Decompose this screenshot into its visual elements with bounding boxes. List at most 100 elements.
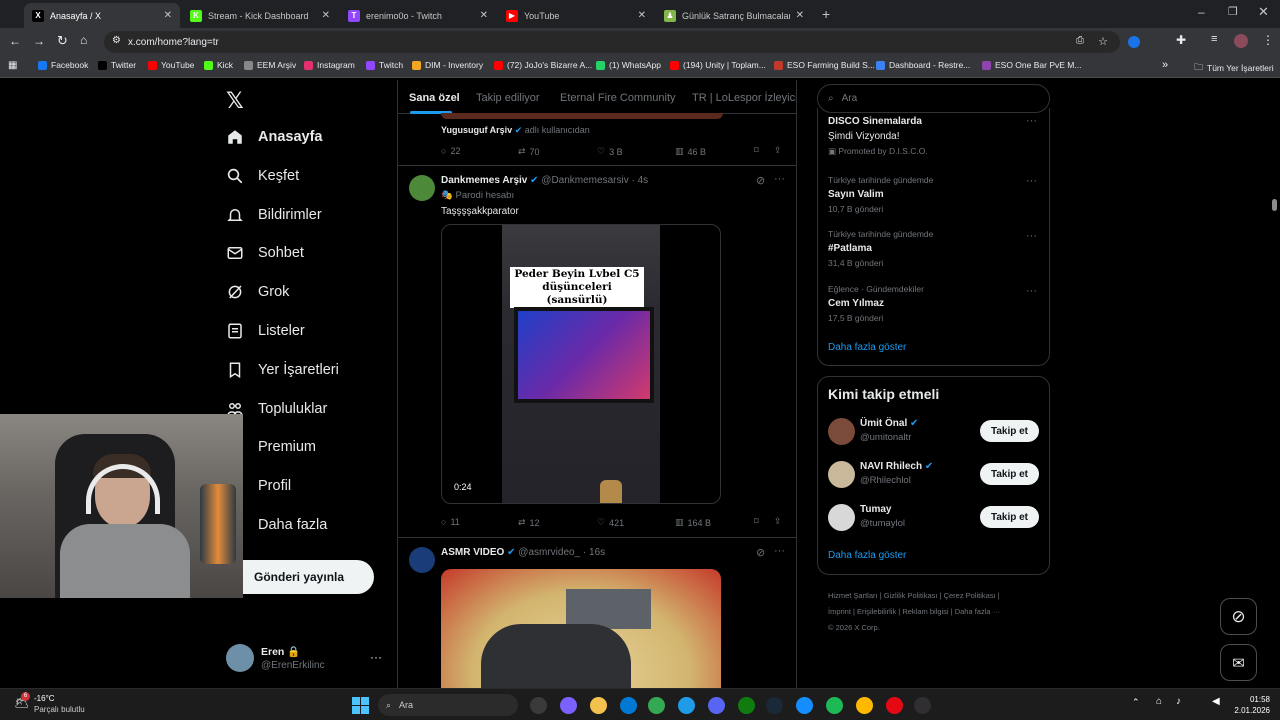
more-icon[interactable]: ··· <box>1026 230 1037 242</box>
media-icon[interactable]: ≡ <box>1211 33 1217 45</box>
weather-widget[interactable]: 🌥 6 -16°C Parçalı bulutlu <box>14 692 104 717</box>
microphone-icon[interactable]: ♪ <box>1176 696 1181 707</box>
tweet[interactable]: Dankmemes Arşiv ✔ @Dankmemesarsiv · 4s ⊘… <box>398 167 796 538</box>
url-field[interactable]: ⚙ x.com/home?lang=tr ☆ ⎙ <box>104 31 1120 53</box>
tray-overflow-icon[interactable]: ⌃ <box>1132 697 1140 708</box>
bookmark-star-icon[interactable]: ☆ <box>1098 35 1108 48</box>
site-info-icon[interactable]: ⚙ <box>112 35 121 46</box>
task-view-icon[interactable] <box>530 697 547 714</box>
home-icon[interactable]: ⌂ <box>80 33 87 47</box>
extensions-puzzle-icon[interactable]: ✚ <box>1176 33 1186 47</box>
bookmarks-overflow-icon[interactable]: » <box>1162 59 1168 71</box>
apps-grid-icon[interactable]: ▦ <box>8 60 17 71</box>
nav-item[interactable]: Yer İşaretleri <box>226 361 339 379</box>
profile-avatar-icon[interactable] <box>1234 34 1248 48</box>
bookmark-item[interactable]: Twitter <box>98 60 136 70</box>
volume-icon[interactable]: ◀ <box>1212 696 1220 707</box>
follow-button[interactable]: Takip et <box>980 506 1039 528</box>
more-icon[interactable]: ··· <box>1026 175 1037 187</box>
more-icon[interactable]: ··· <box>1026 115 1037 127</box>
nav-item[interactable]: Bildirimler <box>226 206 322 224</box>
bookmark-item[interactable]: ESO Farming Build S... <box>774 60 875 70</box>
retweet-button[interactable]: ⇄ 70 <box>518 146 540 157</box>
bookmark-item[interactable]: (72) JoJo's Bizarre A... <box>494 60 592 70</box>
grok-icon[interactable]: ⊘ <box>756 174 765 187</box>
share-icon[interactable]: ⇪ <box>774 516 782 527</box>
copilot-icon[interactable] <box>560 697 577 714</box>
video-player[interactable] <box>441 569 721 688</box>
nav-item[interactable]: Grok <box>226 283 289 301</box>
bookmark-item[interactable]: YouTube <box>148 60 194 70</box>
bookmark-icon[interactable]: ⌑ <box>754 516 759 527</box>
bookmark-item[interactable]: ESO One Bar PvE M... <box>982 60 1081 70</box>
tab-sana-ozel[interactable]: Sana özel <box>409 92 460 104</box>
tab-eternal-fire[interactable]: Eternal Fire Community <box>560 92 676 104</box>
reply-button[interactable]: ○ 11 <box>441 517 460 527</box>
show-more-trends-link[interactable]: Daha fazla göster <box>828 342 906 353</box>
bookmark-item[interactable]: (194) Unity | Toplam... <box>670 60 766 70</box>
close-tab-icon[interactable]: ✕ <box>480 10 488 21</box>
views-button[interactable]: ▥ 164 B <box>675 517 711 528</box>
bookmark-item[interactable]: Dashboard - Restre... <box>876 60 970 70</box>
author-avatar[interactable] <box>409 175 435 201</box>
file-explorer-icon[interactable] <box>590 697 607 714</box>
browser-tab[interactable]: Terenimo0o - Twitch ✕ <box>340 3 496 28</box>
restore-window-button[interactable]: ❐ <box>1228 5 1238 18</box>
bookmark-item[interactable]: Facebook <box>38 60 88 70</box>
install-app-icon[interactable]: ⎙ <box>1076 35 1084 46</box>
messages-floating-button[interactable]: ✉ <box>1220 644 1257 681</box>
grok-floating-button[interactable]: ⊘ <box>1220 598 1257 635</box>
browser-tab[interactable]: K Stream - Kick Dashboard ✕ <box>182 3 338 28</box>
views-button[interactable]: ▥ 46 B <box>675 146 706 157</box>
new-tab-button[interactable]: + <box>822 6 830 22</box>
video-player[interactable]: Peder Beyin Lvbel C5 düşünceleri (sansür… <box>441 224 721 504</box>
bookmark-item[interactable]: (1) WhatsApp <box>596 60 661 70</box>
show-more-follow-link[interactable]: Daha fazla göster <box>828 550 906 561</box>
account-switcher[interactable]: Eren 🔒 @ErenErkilinc ··· <box>226 644 386 674</box>
clock[interactable]: 01:58 2.01.2026 <box>1232 694 1270 716</box>
nav-item[interactable]: Anasayfa <box>226 128 322 146</box>
retweet-button[interactable]: ⇄ 12 <box>518 517 540 528</box>
grok-icon[interactable]: ⊘ <box>756 546 765 559</box>
bookmark-item[interactable]: EEM Arşiv <box>244 60 296 70</box>
like-button[interactable]: ♡ 421 <box>597 517 624 528</box>
nav-item[interactable]: Sohbet <box>226 244 304 262</box>
nav-item[interactable]: Keşfet <box>226 167 299 185</box>
close-tab-icon[interactable]: ✕ <box>322 10 330 21</box>
back-icon[interactable]: ← <box>9 34 21 48</box>
bookmark-item[interactable]: DIM - Inventory <box>412 60 483 70</box>
bookmark-icon[interactable]: ⌑ <box>754 145 759 156</box>
obs-icon[interactable] <box>914 697 931 714</box>
battlenet-icon[interactable] <box>796 697 813 714</box>
follow-button[interactable]: Takip et <box>980 420 1039 442</box>
browser-tab[interactable]: ♟ Günlük Satranç Bulmacaları - G ✕ <box>656 3 812 28</box>
network-icon[interactable]: ⌂ <box>1156 696 1162 707</box>
like-button[interactable]: ♡ 3 B <box>597 146 623 157</box>
avatar[interactable] <box>828 461 855 488</box>
nav-item[interactable]: Listeler <box>226 322 305 340</box>
x-logo-icon[interactable]: 𝕏 <box>226 88 244 114</box>
share-icon[interactable]: ⇪ <box>774 145 782 156</box>
store-icon[interactable] <box>620 697 637 714</box>
bookmark-item[interactable]: Twitch <box>366 60 403 70</box>
tweet[interactable]: ASMR VIDEO ✔ @asmrvideo_ · 16s ⊘ ··· <box>398 539 796 688</box>
more-icon[interactable]: ··· <box>1026 285 1037 297</box>
app-icon[interactable] <box>856 697 873 714</box>
windows-start-icon[interactable] <box>352 697 369 714</box>
close-tab-icon[interactable]: ✕ <box>638 10 646 21</box>
taskbar-search[interactable]: ⌕ Ara <box>378 694 518 716</box>
browser-menu-icon[interactable]: ⋮ <box>1262 33 1274 47</box>
xbox-icon[interactable] <box>738 697 755 714</box>
forward-icon[interactable]: → <box>33 34 45 48</box>
trend-item[interactable]: Türkiye tarihinde gündemde #Patlama 31,4 B… <box>828 229 933 268</box>
bookmark-item[interactable]: Kick <box>204 60 233 70</box>
bookmark-item[interactable]: Instagram <box>304 60 355 70</box>
close-window-button[interactable]: ✕ <box>1258 4 1269 20</box>
netflix-icon[interactable] <box>886 697 903 714</box>
follow-button[interactable]: Takip et <box>980 463 1039 485</box>
post-button[interactable]: Gönderi yayınla <box>243 560 374 594</box>
tab-takip-ediliyor[interactable]: Takip ediliyor <box>476 92 540 104</box>
close-tab-icon[interactable]: ✕ <box>164 10 172 21</box>
more-icon[interactable]: ··· <box>774 173 785 185</box>
footer-links[interactable]: Hizmet Şartları | Gizlilik Politikası | … <box>828 588 1000 636</box>
